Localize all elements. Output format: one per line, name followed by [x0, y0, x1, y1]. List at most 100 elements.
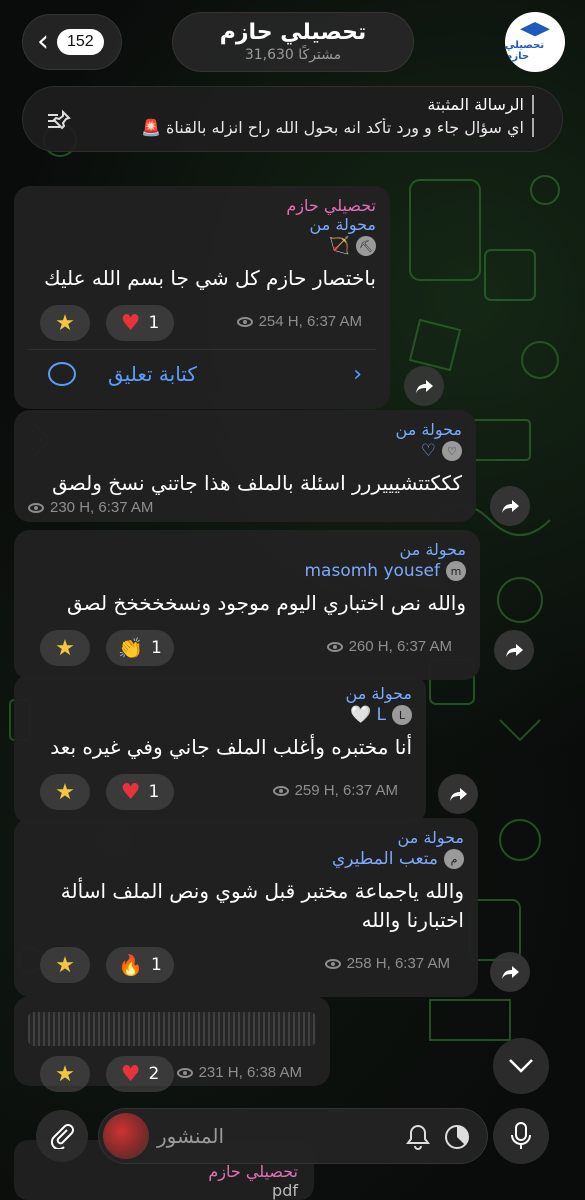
channel-name: تحصيلي حازم: [286, 196, 376, 215]
spoiler-text[interactable]: [28, 1012, 316, 1046]
fire-reaction[interactable]: 🔥 1: [106, 947, 174, 983]
subscriber-count: 31,630 مشتركًا: [244, 47, 342, 63]
pinned-text: اي سؤال جاء و ورد تأكد انه بحول الله راح…: [83, 118, 534, 137]
file-type: pdf: [272, 1181, 298, 1200]
clapping-hands-icon: 👏: [118, 636, 144, 660]
message-meta: ★ 👏 1 260 H, 6:37 AM: [28, 624, 466, 672]
clap-reaction[interactable]: 👏 1: [106, 630, 174, 666]
views-timestamp: 260 H, 6:37 AM: [326, 638, 452, 655]
sender-emoji: ♡: [420, 441, 436, 461]
message-text: والله نص اختباري اليوم موجود ونسخخخخخ لص…: [66, 591, 466, 615]
sender-avatar: m: [446, 561, 466, 581]
channel-title: تحصيلي حازم: [219, 20, 367, 45]
pinned-list-icon[interactable]: [45, 107, 73, 135]
comment-icon: [48, 362, 76, 386]
message-text: والله ياجماعة مختبر قبل شوي ونص الملف اس…: [60, 879, 464, 932]
chat-header: ‹ 152 تحصيلي حازم 31,630 مشتركًا تحصيلي …: [0, 0, 585, 80]
bell-icon[interactable]: [405, 1123, 431, 1151]
star-reaction[interactable]: ★: [40, 1056, 90, 1092]
share-button[interactable]: [438, 774, 478, 814]
heart-icon: ♥: [120, 779, 141, 805]
share-button[interactable]: [490, 486, 530, 526]
message-bubble: محولة من م متعب المطيري والله ياجماعة مخ…: [14, 818, 478, 997]
share-button[interactable]: [494, 630, 534, 670]
views-text: 260 H, 6:37 AM: [348, 638, 452, 655]
send-as-avatar[interactable]: [103, 1113, 149, 1159]
back-button[interactable]: ‹ 152: [22, 14, 122, 70]
voice-message-button[interactable]: [493, 1108, 549, 1164]
sender-name: متعب المطيري: [331, 849, 438, 869]
sender-name: L 🤍: [349, 705, 386, 725]
forward-sender[interactable]: م متعب المطيري: [28, 849, 464, 869]
message-text: كككتتشيييررر اسئلة بالملف هذا جاتني نسخ …: [52, 471, 462, 495]
sender-emoji: 🏹: [328, 236, 350, 256]
views-timestamp: 258 H, 6:37 AM: [324, 955, 450, 972]
fire-icon: 🔥: [118, 953, 144, 977]
message-meta: ★ ♥ 2 231 H, 6:38 AM: [28, 1050, 316, 1098]
reaction-count: 1: [148, 313, 160, 333]
share-icon: [450, 788, 467, 801]
pinned-label: الرسالة المثبتة: [83, 95, 534, 114]
forward-sender[interactable]: ♡ ♡: [28, 441, 462, 461]
share-button[interactable]: [404, 366, 444, 406]
scroll-to-bottom-button[interactable]: [493, 1038, 549, 1094]
views-timestamp: 259 H, 6:37 AM: [272, 782, 398, 799]
star-reaction[interactable]: ★: [40, 305, 90, 341]
views-text: 231 H, 6:38 AM: [198, 1064, 302, 1081]
message-bubble: ★ ♥ 2 231 H, 6:38 AM: [14, 996, 330, 1092]
comment-button[interactable]: كتابة تعليق ›: [28, 349, 376, 401]
views-text: 254 H, 6:37 AM: [258, 313, 362, 330]
heart-icon: ♥: [120, 310, 141, 336]
message-text: أنا مختبره وأغلب الملف جاني وفي غيره بعد: [50, 735, 412, 759]
forward-sender[interactable]: m masomh yousef: [28, 561, 466, 581]
star-icon: ★: [55, 1061, 75, 1087]
message-input-bar[interactable]: المنشور: [98, 1108, 488, 1164]
chevron-right-icon: ›: [353, 362, 362, 387]
share-icon: [506, 644, 523, 657]
forward-sender[interactable]: L L 🤍: [28, 705, 412, 725]
comment-label: كتابة تعليق: [108, 362, 197, 386]
reaction-count: 1: [151, 638, 162, 658]
eye-icon: [28, 502, 44, 513]
forwarded-label: محولة من: [395, 420, 462, 439]
paperclip-icon: [50, 1124, 74, 1149]
heart-reaction[interactable]: ♥ 2: [106, 1056, 174, 1092]
chevron-left-icon: ‹: [37, 24, 49, 59]
heart-reaction[interactable]: ♥ 1: [106, 774, 174, 810]
share-icon: [416, 380, 433, 393]
forwarded-label: محولة من: [397, 828, 464, 847]
chevron-down-icon: [509, 1059, 533, 1073]
message-input[interactable]: المنشور: [157, 1124, 224, 1148]
forward-sender[interactable]: ⛏ 🏹: [28, 236, 376, 256]
channel-title-pill[interactable]: تحصيلي حازم 31,630 مشتركًا: [172, 12, 414, 72]
star-reaction[interactable]: ★: [40, 947, 90, 983]
views-text: 258 H, 6:37 AM: [346, 955, 450, 972]
microphone-icon: [511, 1122, 531, 1149]
schedule-icon[interactable]: [443, 1123, 471, 1151]
sender-avatar: L: [392, 705, 412, 725]
sender-avatar: ♡: [442, 441, 462, 461]
star-icon: ★: [55, 779, 75, 805]
channel-avatar[interactable]: تحصيلي حازم: [505, 12, 565, 72]
star-icon: ★: [55, 952, 75, 978]
eye-icon: [176, 1067, 193, 1078]
star-reaction[interactable]: ★: [40, 774, 90, 810]
reaction-count: 1: [148, 782, 160, 802]
message-meta: ★ 🔥 1 258 H, 6:37 AM: [28, 941, 464, 989]
reaction-count: 2: [148, 1064, 160, 1084]
heart-icon: ♥: [120, 1061, 141, 1087]
sender-name: masomh yousef: [304, 561, 440, 581]
views-text: 259 H, 6:37 AM: [294, 782, 398, 799]
views-text: 230 H, 6:37 AM: [50, 499, 154, 516]
reaction-count: 1: [151, 955, 162, 975]
message-bubble: محولة من ♡ ♡ كككتتشيييررر اسئلة بالملف ه…: [14, 410, 476, 522]
forwarded-label: محولة من: [345, 684, 412, 703]
star-reaction[interactable]: ★: [40, 630, 90, 666]
share-button[interactable]: [490, 952, 530, 992]
eye-icon: [324, 958, 341, 969]
attach-button[interactable]: [36, 1110, 88, 1162]
heart-reaction[interactable]: ♥ 1: [106, 305, 174, 341]
pinned-message-bar[interactable]: الرسالة المثبتة اي سؤال جاء و ورد تأكد ا…: [22, 86, 563, 152]
logo-text: تحصيلي حازم: [505, 40, 545, 62]
message-bubble: تحصيلي حازم محولة من ⛏ 🏹 باختصار حازم كل…: [14, 186, 390, 409]
